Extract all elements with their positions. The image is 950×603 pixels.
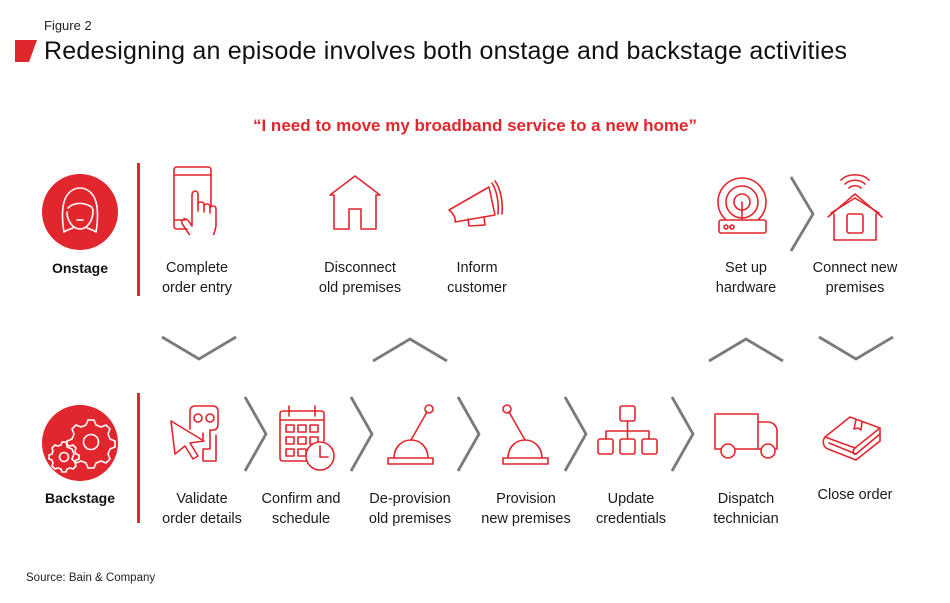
title-marker-icon xyxy=(15,40,37,62)
step-dispatch-technician: Dispatch technician xyxy=(686,489,806,529)
chevron-right-icon xyxy=(670,396,695,472)
step-label-line1: Close order xyxy=(817,487,893,503)
step-label-line1: Inform xyxy=(456,260,498,276)
step-provision-new-premises: Provision new premises xyxy=(466,489,586,529)
transition-chevron-down-1 xyxy=(161,335,237,361)
onstage-label: Onstage xyxy=(51,260,108,276)
step-label-line1: Update xyxy=(607,491,655,507)
step-label-line2: premises xyxy=(825,280,885,296)
step-set-up-hardware: Set up hardware xyxy=(686,258,806,298)
step-label-line2: old premises xyxy=(318,280,402,296)
onstage-avatar xyxy=(42,174,118,250)
step-label-line1: De-provision xyxy=(369,491,451,507)
step-update-credentials: Update credentials xyxy=(571,489,691,529)
step-connect-new-premises: Connect new premises xyxy=(795,258,915,298)
phone-touch-icon xyxy=(163,165,233,238)
step-label-line1: Connect new xyxy=(812,260,898,276)
step-close-order: Close order xyxy=(795,485,915,505)
house-icon xyxy=(325,172,395,242)
step-label-line2: customer xyxy=(447,280,507,296)
router-icon xyxy=(712,172,782,242)
step-label-line2: new premises xyxy=(481,511,571,527)
page-title: Redesigning an episode involves both ons… xyxy=(44,37,848,65)
megaphone-icon xyxy=(443,175,513,245)
step-de-provision-old-premises: De-provision old premises xyxy=(350,489,470,529)
transition-chevron-up-1 xyxy=(372,337,448,363)
calendar-clock-icon xyxy=(277,403,347,473)
step-label-line2: credentials xyxy=(595,511,667,527)
step-label-line1: Confirm and xyxy=(261,491,341,507)
chevron-right-icon xyxy=(563,396,588,472)
hierarchy-icon xyxy=(596,403,666,473)
chevron-right-icon xyxy=(349,396,374,472)
step-label-line1: Complete xyxy=(165,260,229,276)
lever-icon xyxy=(385,403,455,473)
step-inform-customer: Inform customer xyxy=(417,258,537,298)
step-label-line1: Provision xyxy=(496,491,556,507)
backstage-label: Backstage xyxy=(44,490,116,506)
chevron-right-icon xyxy=(243,396,268,472)
step-disconnect-old-premises: Disconnect old premises xyxy=(300,258,420,298)
person-icon xyxy=(61,187,99,233)
backstage-divider xyxy=(137,393,140,523)
book-icon xyxy=(820,403,890,473)
customer-quote: “I need to move my broadband service to … xyxy=(252,116,697,135)
transition-chevron-up-2 xyxy=(708,337,784,363)
step-label-line1: Disconnect xyxy=(324,260,396,276)
step-label-line2: old premises xyxy=(368,511,452,527)
lever-icon xyxy=(500,403,570,473)
figure-label: Figure 2 xyxy=(44,18,92,33)
gears-icon xyxy=(48,419,116,473)
backstage-avatar xyxy=(42,405,118,481)
step-confirm-and-schedule: Confirm and schedule xyxy=(241,489,361,529)
transition-chevron-down-2 xyxy=(818,335,894,361)
wifi-house-icon xyxy=(822,172,892,242)
source-note: Source: Bain & Company xyxy=(26,572,156,584)
step-label-line2: technician xyxy=(713,511,779,527)
step-complete-order-entry: Complete order entry xyxy=(137,258,257,298)
step-label-line2: hardware xyxy=(715,280,777,296)
chevron-right-icon xyxy=(789,176,815,252)
step-label-line1: Dispatch xyxy=(717,491,775,507)
step-label-line2: schedule xyxy=(271,511,331,527)
truck-icon xyxy=(712,406,782,476)
step-label-line1: Set up xyxy=(725,260,767,276)
chevron-right-icon xyxy=(456,396,481,472)
step-label-line2: order entry xyxy=(161,280,233,296)
cursor-robot-icon xyxy=(168,403,238,473)
